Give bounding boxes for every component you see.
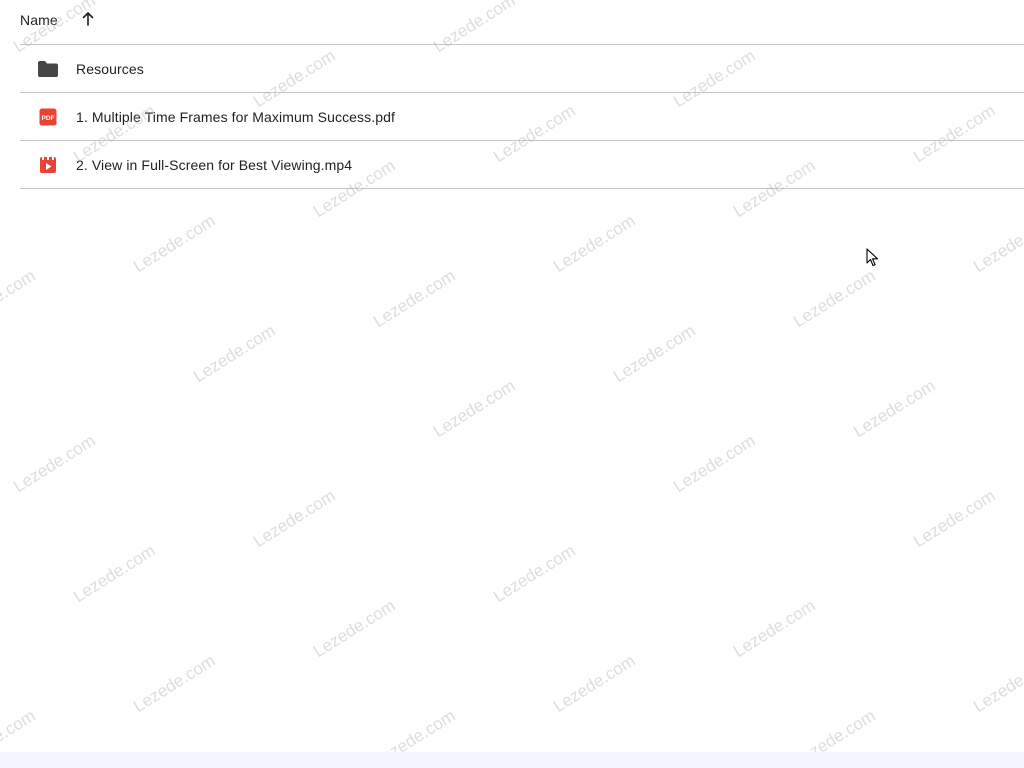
watermark-text: Lezede.com: [250, 485, 339, 552]
file-name: 1. Multiple Time Frames for Maximum Succ…: [76, 108, 396, 125]
watermark-text: Lezede.com: [970, 650, 1024, 717]
file-row-resources[interactable]: Resources: [20, 45, 1024, 93]
folder-icon: [37, 58, 59, 80]
watermark-text: Lezede.com: [610, 320, 699, 387]
watermark-text: Lezede.com: [130, 210, 219, 277]
pdf-icon-label: PDF: [42, 115, 55, 122]
watermark-text: Lezede.com: [370, 265, 459, 332]
watermark-text: Lezede.com: [490, 540, 579, 607]
file-row-video[interactable]: 2. View in Full-Screen for Best Viewing.…: [20, 141, 1024, 189]
watermark-text: Lezede.com: [910, 485, 999, 552]
file-list: Name Resources PDF 1. Multiple Time Fram…: [0, 0, 1024, 189]
file-name: Resources: [76, 60, 144, 77]
sort-ascending-icon[interactable]: [80, 11, 96, 27]
name-column-header[interactable]: Name: [20, 12, 58, 28]
mouse-cursor-icon: [866, 248, 879, 267]
watermark-text: Lezede.com: [670, 430, 759, 497]
watermark-text: Lezede.com: [790, 265, 879, 332]
watermark-text: Lezede.com: [130, 650, 219, 717]
watermark-text: Lezede.com: [850, 375, 939, 442]
watermark-text: Lezede.com: [430, 375, 519, 442]
watermark-text: Lezede.com: [730, 595, 819, 662]
watermark-text: Lezede.com: [10, 430, 99, 497]
pdf-icon: PDF: [37, 106, 59, 128]
watermark-text: Lezede.com: [550, 650, 639, 717]
file-name: 2. View in Full-Screen for Best Viewing.…: [76, 156, 353, 173]
watermark-text: Lezede.com: [310, 595, 399, 662]
watermark-text: Lezede.com: [970, 210, 1024, 277]
bottom-strip: [0, 752, 1024, 768]
file-row-pdf[interactable]: PDF 1. Multiple Time Frames for Maximum …: [20, 93, 1024, 141]
watermark-text: Lezede.com: [550, 210, 639, 277]
watermark-text: Lezede.com: [0, 265, 39, 332]
video-icon: [37, 154, 59, 176]
list-header: Name: [20, 0, 1024, 45]
watermark-text: Lezede.com: [70, 540, 159, 607]
watermark-text: Lezede.com: [190, 320, 279, 387]
